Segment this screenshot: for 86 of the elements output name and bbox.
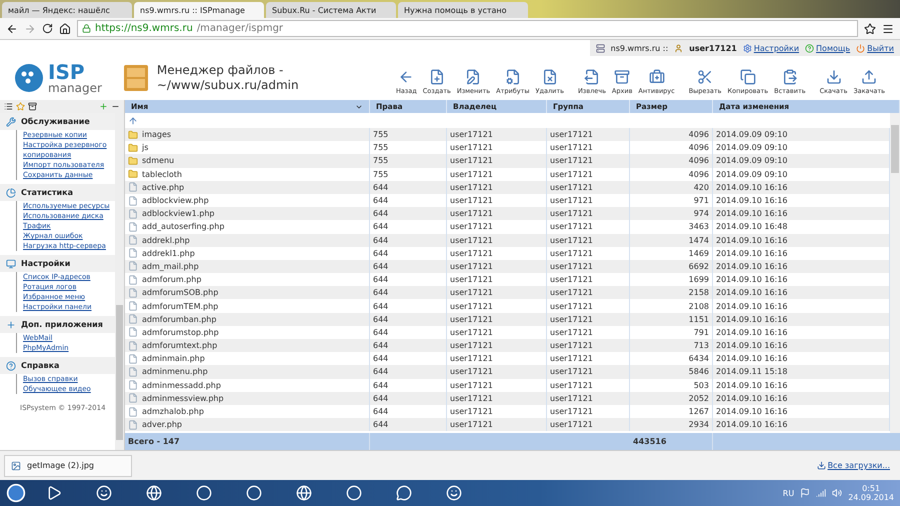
up-folder-icon[interactable]: [128, 116, 138, 126]
section-icon[interactable]: [6, 320, 16, 330]
settings-icon[interactable]: [742, 44, 752, 52]
app-icon[interactable]: [346, 485, 362, 501]
power-icon[interactable]: [856, 44, 866, 52]
file-icon: [128, 301, 138, 312]
file-icon: [128, 208, 138, 219]
logo-text: ISP: [48, 62, 86, 82]
file-icon: [128, 366, 138, 377]
file-icon: [128, 327, 138, 338]
header-link[interactable]: Помощь: [805, 44, 850, 52]
app-icon[interactable]: [146, 485, 162, 501]
all-downloads-link[interactable]: Все загрузки...: [816, 461, 890, 470]
file-icon: [128, 406, 138, 417]
file-icon: [128, 288, 138, 298]
cabinet-icon: [122, 64, 149, 92]
browser-tab[interactable]: ns9.wmrs.ru :: ISPmanage: [134, 2, 264, 18]
app-icon[interactable]: [96, 485, 112, 501]
section-heading[interactable]: Обслуживание: [0, 113, 115, 130]
section-icon[interactable]: [6, 116, 16, 126]
section-heading[interactable]: Статистика: [0, 184, 115, 201]
app-icon[interactable]: [246, 485, 262, 501]
scrollbar[interactable]: [890, 113, 900, 433]
user-name: user17121: [689, 44, 737, 52]
section-heading[interactable]: Настройки: [0, 255, 115, 272]
server-icon: [596, 44, 605, 52]
file-icon: [128, 340, 138, 351]
lock-icon: [82, 24, 91, 33]
app-icon[interactable]: [446, 485, 462, 501]
app-icon[interactable]: [396, 485, 412, 501]
scrollbar[interactable]: [115, 113, 124, 450]
app-icon[interactable]: [46, 485, 62, 501]
section-heading[interactable]: Доп. приложения: [0, 316, 115, 333]
reload-icon[interactable]: [42, 23, 53, 34]
menu-icon[interactable]: [882, 22, 894, 34]
signal-icon[interactable]: [816, 488, 826, 498]
download-icon[interactable]: [816, 461, 826, 470]
header-link[interactable]: Выйти: [856, 44, 894, 52]
file-icon: [128, 248, 138, 258]
table-cell: user17121: [447, 418, 547, 432]
browser-tab[interactable]: майл — Яндекс: нашёлс: [2, 2, 132, 18]
page-title: Менеджер файлов - ~/www/subux.ru/admin: [156, 63, 299, 93]
table-cell: 644: [370, 418, 447, 432]
browser-tab[interactable]: Subux.Ru - Система Акти: [266, 2, 396, 18]
image-file-icon[interactable]: [11, 460, 21, 470]
section-icon[interactable]: [6, 360, 16, 370]
table-cell: adver.php: [125, 418, 370, 432]
logo-icon: [14, 63, 44, 93]
home-icon[interactable]: [59, 22, 71, 34]
app-icon[interactable]: [196, 485, 212, 501]
flag-icon[interactable]: [800, 488, 810, 498]
folder-icon: [128, 142, 138, 153]
header-link[interactable]: Настройки: [742, 44, 800, 52]
user-icon: [674, 44, 684, 52]
server-name: ns9.wmrs.ru ::: [610, 44, 668, 52]
file-icon: [128, 314, 138, 324]
browser-tab[interactable]: Нужна помощь в устано: [398, 2, 528, 18]
section-icon[interactable]: [6, 188, 16, 198]
file-icon: [128, 261, 138, 272]
bookmark-star-icon[interactable]: [864, 22, 876, 34]
address-field[interactable]: https://ns9.wmrs.ru /manager/ispmgr: [77, 20, 858, 37]
list-icon[interactable]: [4, 102, 13, 111]
section-icon[interactable]: [6, 258, 16, 268]
file-icon: [128, 393, 138, 404]
logo-subtitle: manager: [48, 82, 102, 94]
table-cell: user17121: [547, 418, 630, 432]
file-icon: [128, 182, 138, 192]
language-indicator[interactable]: RU: [782, 488, 794, 498]
table-cell: 2934: [630, 418, 713, 432]
back-icon[interactable]: [6, 22, 18, 34]
folder-icon: [128, 130, 138, 140]
file-icon: [128, 196, 138, 206]
file-icon: [128, 222, 138, 232]
app-icon[interactable]: [296, 485, 312, 501]
section-heading[interactable]: Справка: [0, 357, 115, 374]
file-icon: [128, 380, 138, 390]
file-icon: [128, 354, 138, 364]
file-icon: [128, 235, 138, 246]
volume-icon[interactable]: [832, 488, 842, 498]
help-icon[interactable]: [805, 44, 814, 52]
folder-icon: [128, 156, 138, 166]
file-icon: [128, 420, 138, 430]
file-icon: [128, 274, 138, 285]
start-icon[interactable]: [6, 483, 26, 503]
download-item[interactable]: getImage (2).jpg: [4, 454, 132, 476]
folder-icon: [128, 169, 138, 180]
